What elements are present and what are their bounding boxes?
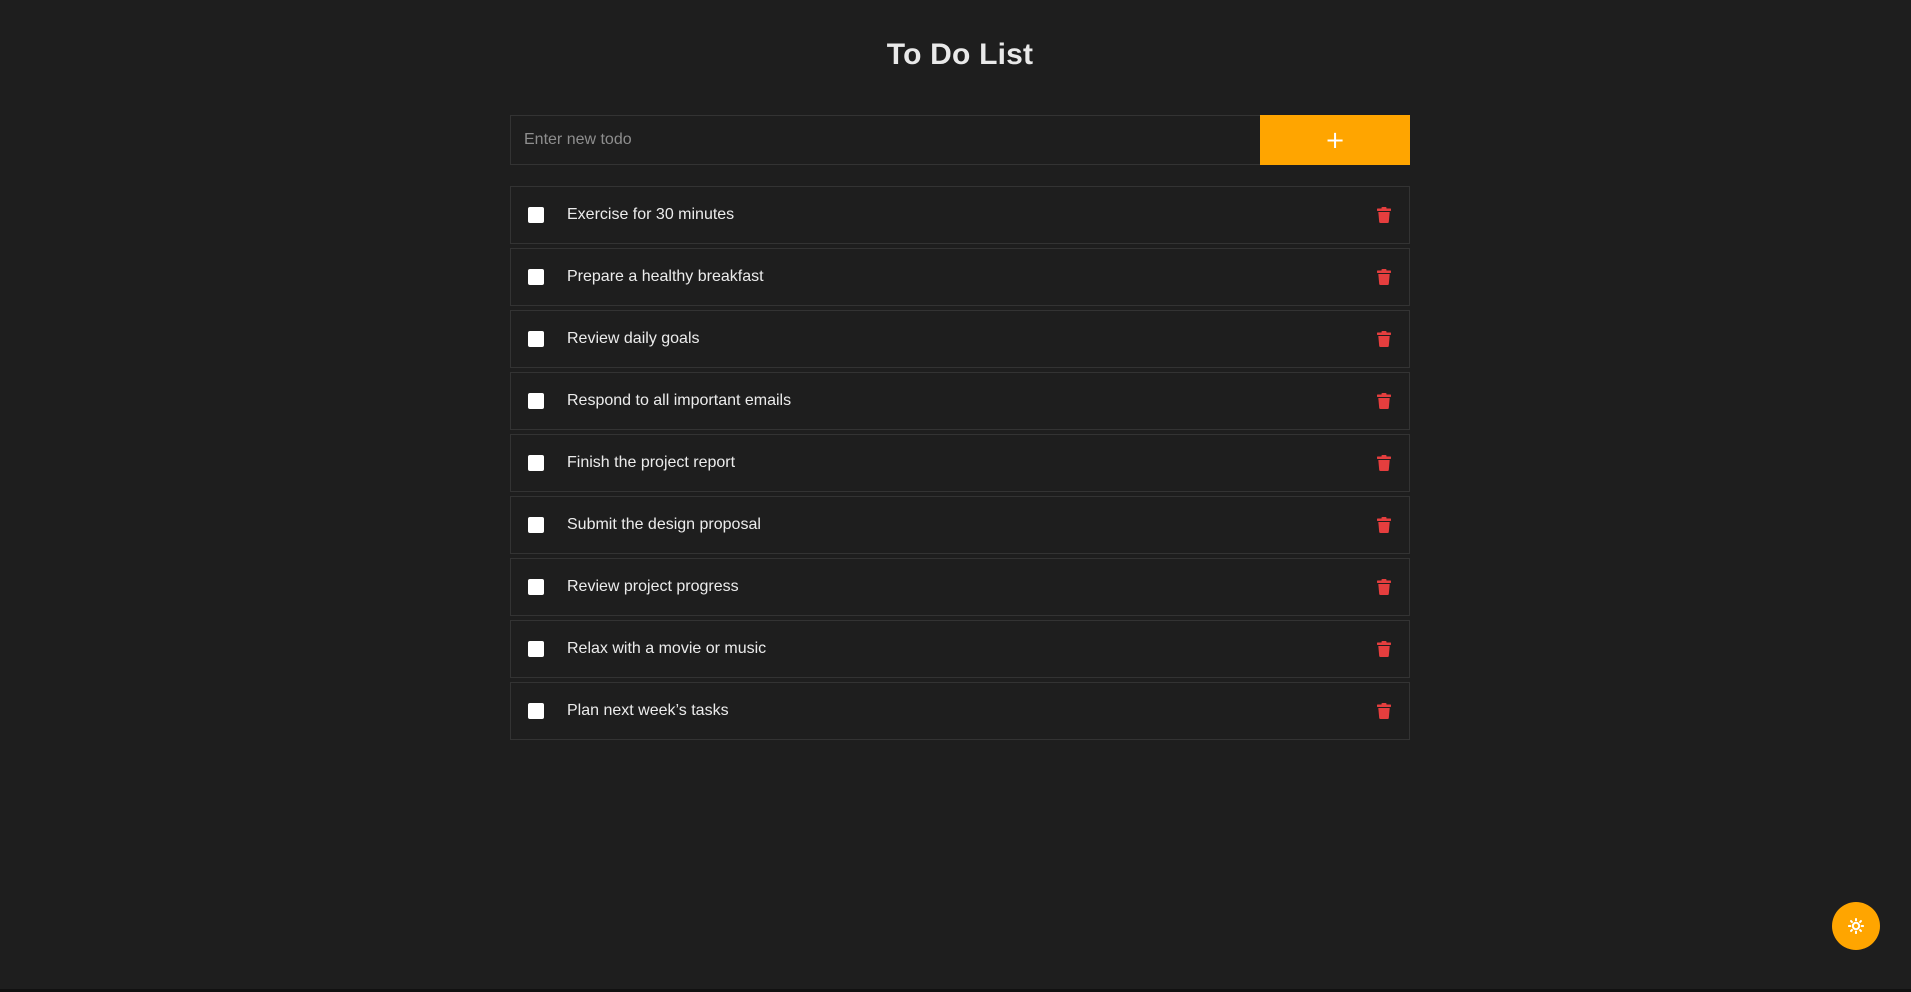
todo-item: Review project progress: [510, 558, 1410, 616]
delete-todo-button[interactable]: [1373, 390, 1395, 412]
todo-item: Review daily goals: [510, 310, 1410, 368]
todo-checkbox[interactable]: [528, 393, 544, 409]
trash-icon: [1377, 269, 1391, 285]
todo-item: Relax with a movie or music: [510, 620, 1410, 678]
todo-container: To Do List + Exercise for 30 minutes Pre…: [510, 0, 1410, 744]
delete-todo-button[interactable]: [1373, 204, 1395, 226]
todo-text: Prepare a healthy breakfast: [567, 268, 764, 285]
trash-icon: [1377, 579, 1391, 595]
todo-text: Finish the project report: [567, 454, 736, 471]
sun-icon: [1848, 918, 1864, 934]
todo-text: Submit the design proposal: [567, 516, 761, 533]
trash-icon: [1377, 517, 1391, 533]
todo-checkbox[interactable]: [528, 331, 544, 347]
add-todo-form: +: [510, 115, 1410, 165]
trash-icon: [1377, 703, 1391, 719]
todo-checkbox[interactable]: [528, 641, 544, 657]
delete-todo-button[interactable]: [1373, 576, 1395, 598]
todo-item: Submit the design proposal: [510, 496, 1410, 554]
todo-text: Exercise for 30 minutes: [567, 206, 735, 223]
todo-text: Review project progress: [567, 578, 739, 595]
todo-item: Respond to all important emails: [510, 372, 1410, 430]
new-todo-input[interactable]: [510, 115, 1260, 165]
todo-checkbox[interactable]: [528, 579, 544, 595]
todo-item: Finish the project report: [510, 434, 1410, 492]
delete-todo-button[interactable]: [1373, 638, 1395, 660]
todo-item: Prepare a healthy breakfast: [510, 248, 1410, 306]
delete-todo-button[interactable]: [1373, 328, 1395, 350]
delete-todo-button[interactable]: [1373, 700, 1395, 722]
trash-icon: [1377, 393, 1391, 409]
todo-item: Exercise for 30 minutes: [510, 186, 1410, 244]
todo-checkbox[interactable]: [528, 517, 544, 533]
todo-list: Exercise for 30 minutes Prepare a health…: [510, 186, 1410, 740]
trash-icon: [1377, 455, 1391, 471]
todo-app: To Do List + Exercise for 30 minutes Pre…: [0, 0, 1911, 992]
trash-icon: [1377, 207, 1391, 223]
todo-text: Review daily goals: [567, 330, 700, 347]
todo-checkbox[interactable]: [528, 269, 544, 285]
todo-text: Plan next week’s tasks: [567, 702, 729, 719]
todo-text: Respond to all important emails: [567, 392, 792, 409]
page-title: To Do List: [886, 38, 1034, 71]
add-todo-button[interactable]: +: [1260, 115, 1410, 165]
todo-checkbox[interactable]: [528, 455, 544, 471]
trash-icon: [1377, 641, 1391, 657]
todo-checkbox[interactable]: [528, 207, 544, 223]
trash-icon: [1377, 331, 1391, 347]
delete-todo-button[interactable]: [1373, 452, 1395, 474]
todo-text: Relax with a movie or music: [567, 640, 767, 657]
delete-todo-button[interactable]: [1373, 514, 1395, 536]
todo-item: Plan next week’s tasks: [510, 682, 1410, 740]
theme-toggle-button[interactable]: [1832, 902, 1880, 950]
delete-todo-button[interactable]: [1373, 266, 1395, 288]
todo-checkbox[interactable]: [528, 703, 544, 719]
